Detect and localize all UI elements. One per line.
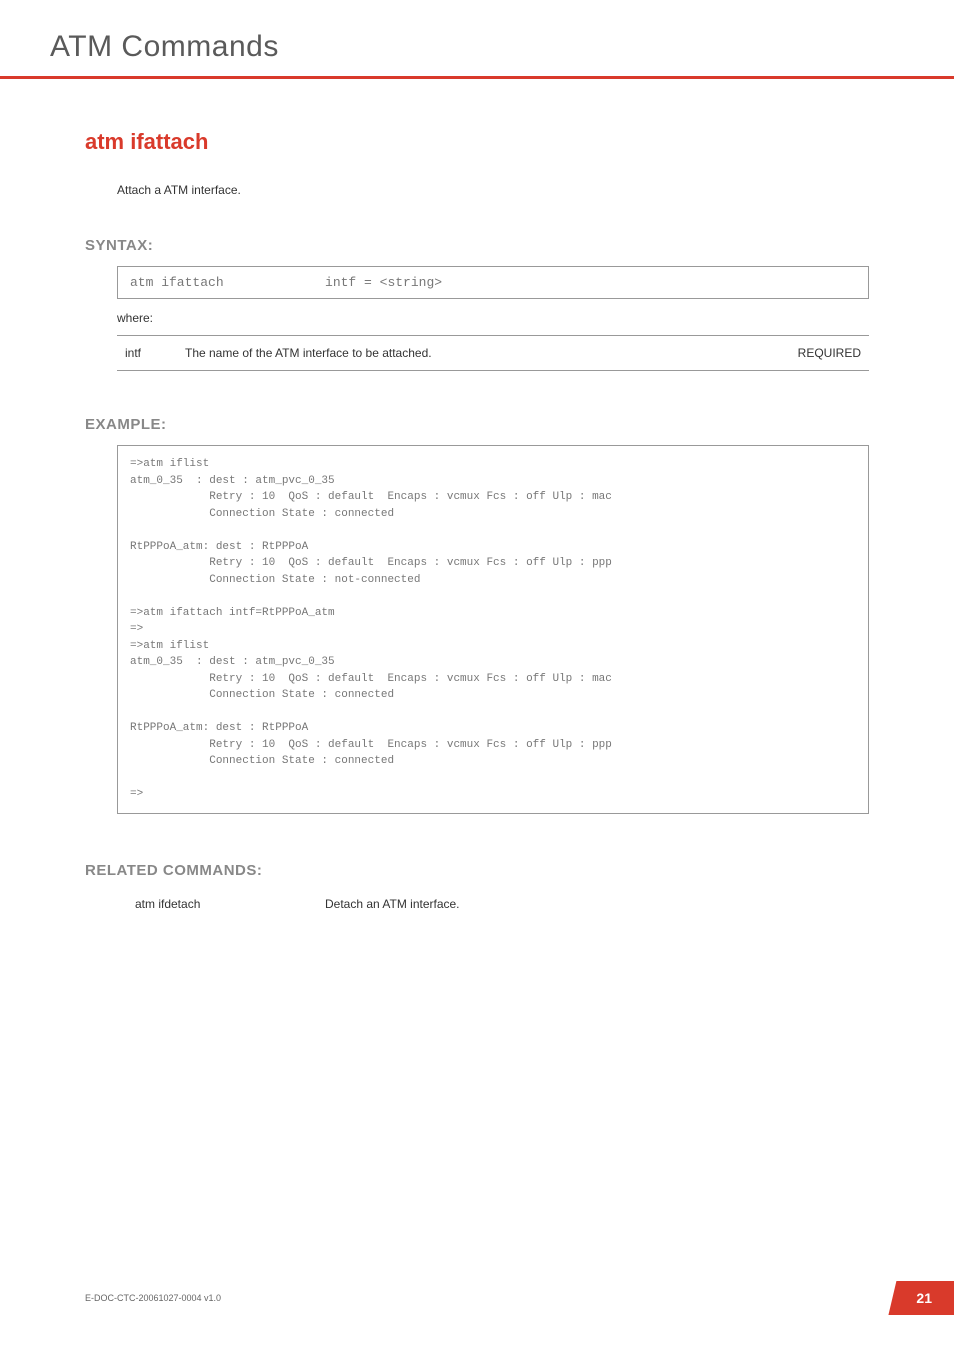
page-header: ATM Commands [0,0,954,79]
syntax-code: atm ifattach intf = <string> [130,275,856,290]
related-description: Detach an ATM interface. [325,897,460,911]
page-footer: E-DOC-CTC-20061027-0004 v1.0 21 [85,1281,954,1315]
command-description: Attach a ATM interface. [117,183,869,197]
doc-id: E-DOC-CTC-20061027-0004 v1.0 [85,1293,221,1303]
header-title: ATM Commands [50,30,869,64]
syntax-heading: SYNTAX: [85,237,869,254]
related-grid: atm ifdetach Detach an ATM interface. [135,897,869,911]
example-section: EXAMPLE: =>atm iflist atm_0_35 : dest : … [85,416,869,814]
example-heading: EXAMPLE: [85,416,869,433]
param-desc: The name of the ATM interface to be atta… [185,346,771,360]
content-area: atm ifattach Attach a ATM interface. SYN… [0,129,954,911]
param-req: REQUIRED [771,346,861,360]
example-code: =>atm iflist atm_0_35 : dest : atm_pvc_0… [130,456,856,803]
page-number-badge: 21 [888,1281,954,1315]
syntax-box: atm ifattach intf = <string> [117,266,869,299]
param-name: intf [125,346,185,360]
example-box: =>atm iflist atm_0_35 : dest : atm_pvc_0… [117,445,869,814]
related-section: RELATED COMMANDS: atm ifdetach Detach an… [85,862,869,911]
command-title: atm ifattach [85,129,869,155]
param-table: intf The name of the ATM interface to be… [117,335,869,371]
related-command: atm ifdetach [135,897,325,911]
param-row: intf The name of the ATM interface to be… [117,336,869,370]
related-heading: RELATED COMMANDS: [85,862,869,879]
where-text: where: [117,311,869,325]
